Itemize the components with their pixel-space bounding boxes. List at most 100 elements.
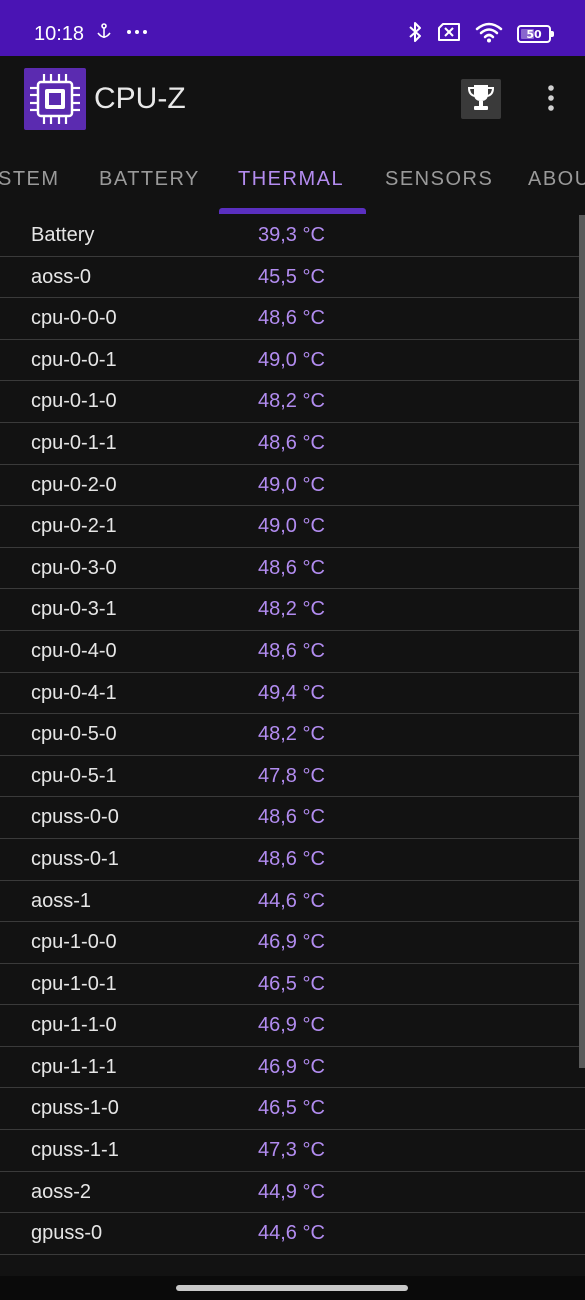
thermal-row: cpu-1-1-1 46,9 °C xyxy=(0,1047,585,1089)
tab-system[interactable]: STEM xyxy=(0,168,60,191)
thermal-row: cpu-1-0-0 46,9 °C xyxy=(0,922,585,964)
app-title: CPU-Z xyxy=(94,82,186,115)
sensor-temperature: 39,3 °C xyxy=(258,224,325,246)
overflow-menu-button[interactable] xyxy=(536,82,566,118)
home-indicator[interactable] xyxy=(176,1285,408,1291)
sensor-name: cpuss-0-0 xyxy=(31,806,119,829)
sensor-name: cpu-1-1-1 xyxy=(31,1055,117,1078)
thermal-row: cpu-0-5-1 47,8 °C xyxy=(0,756,585,798)
more-dots-icon xyxy=(126,22,148,47)
sensor-temperature: 48,2 °C xyxy=(258,598,325,621)
sensor-name: cpuss-1-0 xyxy=(31,1097,119,1120)
sensor-temperature: 46,9 °C xyxy=(258,1055,325,1078)
status-right-icons: 50 xyxy=(407,20,554,49)
thermal-row: cpu-0-3-0 48,6 °C xyxy=(0,548,585,590)
sensor-name: cpu-0-2-1 xyxy=(31,515,117,538)
tab-thermal[interactable]: THERMAL xyxy=(238,168,344,191)
sensor-temperature: 48,6 °C xyxy=(258,307,325,330)
sensor-temperature: 48,6 °C xyxy=(258,431,325,454)
sensor-temperature: 47,8 °C xyxy=(258,764,325,787)
sensor-temperature: 48,6 °C xyxy=(258,639,325,662)
sensor-name: cpu-0-0-0 xyxy=(31,307,117,330)
sensor-name: cpu-0-2-0 xyxy=(31,473,117,496)
sensor-name: gpuss-0 xyxy=(31,1222,103,1245)
sensor-temperature: 44,6 °C xyxy=(258,1222,325,1245)
sensor-temperature: 46,5 °C xyxy=(258,1097,325,1120)
sensor-temperature: 48,6 °C xyxy=(258,556,325,579)
sensor-name: cpuss-1-1 xyxy=(31,1139,119,1162)
tab-about[interactable]: ABOU xyxy=(528,168,585,191)
bluetooth-icon xyxy=(407,20,423,49)
sensor-name: cpu-0-3-0 xyxy=(31,556,117,579)
sensor-temperature: 46,9 °C xyxy=(258,1014,325,1037)
thermal-row: cpu-0-1-1 48,6 °C xyxy=(0,423,585,465)
sensor-name: cpuss-0-1 xyxy=(31,847,119,870)
status-bar: 10:18 50 xyxy=(0,0,585,56)
thermal-row: cpu-0-4-1 49,4 °C xyxy=(0,673,585,715)
sensor-name: cpu-0-5-0 xyxy=(31,723,117,746)
battery-icon: 50 xyxy=(517,25,554,43)
sensor-temperature: 48,6 °C xyxy=(258,847,325,870)
sensor-temperature: 49,4 °C xyxy=(258,681,325,704)
thermal-row: cpu-0-5-0 48,2 °C xyxy=(0,714,585,756)
thermal-row: cpu-1-1-0 46,9 °C xyxy=(0,1005,585,1047)
sensor-temperature: 44,9 °C xyxy=(258,1180,325,1203)
wifi-icon xyxy=(475,21,503,48)
thermal-row: cpu-0-3-1 48,2 °C xyxy=(0,589,585,631)
sensor-name: cpu-0-4-1 xyxy=(31,681,117,704)
sensor-temperature: 46,5 °C xyxy=(258,972,325,995)
thermal-row: cpuss-1-0 46,5 °C xyxy=(0,1088,585,1131)
more-vert-icon xyxy=(547,84,555,117)
sensor-temperature: 49,0 °C xyxy=(258,348,325,371)
sensor-name: cpu-0-5-1 xyxy=(31,764,117,787)
thermal-row: aoss-2 44,9 °C xyxy=(0,1172,585,1214)
thermal-row: cpu-1-0-1 46,5 °C xyxy=(0,964,585,1006)
status-left-icons xyxy=(94,22,148,46)
sensor-name: aoss-1 xyxy=(31,889,92,912)
trophy-icon xyxy=(465,81,497,118)
sensor-name: cpu-1-0-0 xyxy=(31,931,117,954)
thermal-row: gpuss-0 44,6 °C xyxy=(0,1213,585,1255)
tab-battery[interactable]: BATTERY xyxy=(99,168,200,191)
thermal-row: cpu-0-4-0 48,6 °C xyxy=(0,631,585,673)
sensor-temperature: 45,5 °C xyxy=(258,265,325,288)
thermal-row: cpu-0-0-0 48,6 °C xyxy=(0,298,585,340)
sensor-temperature: 49,0 °C xyxy=(258,473,325,496)
thermal-row: cpuss-0-0 48,6 °C xyxy=(0,797,585,839)
sensor-name: cpu-0-1-0 xyxy=(31,390,117,413)
sensor-name: cpu-0-0-1 xyxy=(31,348,117,371)
thermal-row: cpu-0-0-1 49,0 °C xyxy=(0,340,585,382)
thermal-row: cpu-0-2-0 49,0 °C xyxy=(0,465,585,507)
sensor-temperature: 44,6 °C xyxy=(258,889,325,912)
no-sim-icon xyxy=(437,22,461,47)
thermal-row: cpu-0-2-1 49,0 °C xyxy=(0,506,585,548)
active-tab-indicator xyxy=(219,208,366,214)
thermal-row: aoss-0 45,5 °C xyxy=(0,257,585,299)
sensor-temperature: 48,2 °C xyxy=(258,390,325,413)
sensor-name: aoss-2 xyxy=(31,1180,92,1203)
battery-level: 50 xyxy=(526,27,542,41)
sensor-temperature: 47,3 °C xyxy=(258,1139,325,1162)
thermal-row: Battery 39,3 °C xyxy=(0,215,585,257)
app-bar: CPU-Z xyxy=(0,56,585,146)
thermal-list[interactable]: Battery 39,3 °C aoss-0 45,5 °C cpu-0-0-0 48,6… xyxy=(0,215,585,1276)
sensor-name: aoss-0 xyxy=(31,265,92,288)
sensor-name: cpu-0-1-1 xyxy=(31,431,117,454)
sensor-temperature: 48,2 °C xyxy=(258,723,325,746)
thermal-row: cpuss-1-1 47,3 °C xyxy=(0,1130,585,1172)
tab-sensors[interactable]: SENSORS xyxy=(385,168,493,191)
sensor-name: cpu-0-3-1 xyxy=(31,598,117,621)
tab-bar: STEM BATTERY THERMAL SENSORS ABOU xyxy=(0,146,585,214)
sensor-temperature: 46,9 °C xyxy=(258,931,325,954)
status-time: 10:18 xyxy=(34,23,85,45)
scrollbar[interactable] xyxy=(579,215,585,1068)
anchor-icon xyxy=(94,22,114,47)
thermal-row: cpuss-0-1 48,6 °C xyxy=(0,839,585,881)
cpu-chip-logo-icon xyxy=(24,68,86,130)
sensor-temperature: 48,6 °C xyxy=(258,806,325,829)
sensor-name: Battery xyxy=(31,224,95,246)
thermal-row: cpu-0-1-0 48,2 °C xyxy=(0,381,585,423)
trophy-button[interactable] xyxy=(461,79,501,119)
sensor-temperature: 49,0 °C xyxy=(258,515,325,538)
sensor-name: cpu-0-4-0 xyxy=(31,639,117,662)
